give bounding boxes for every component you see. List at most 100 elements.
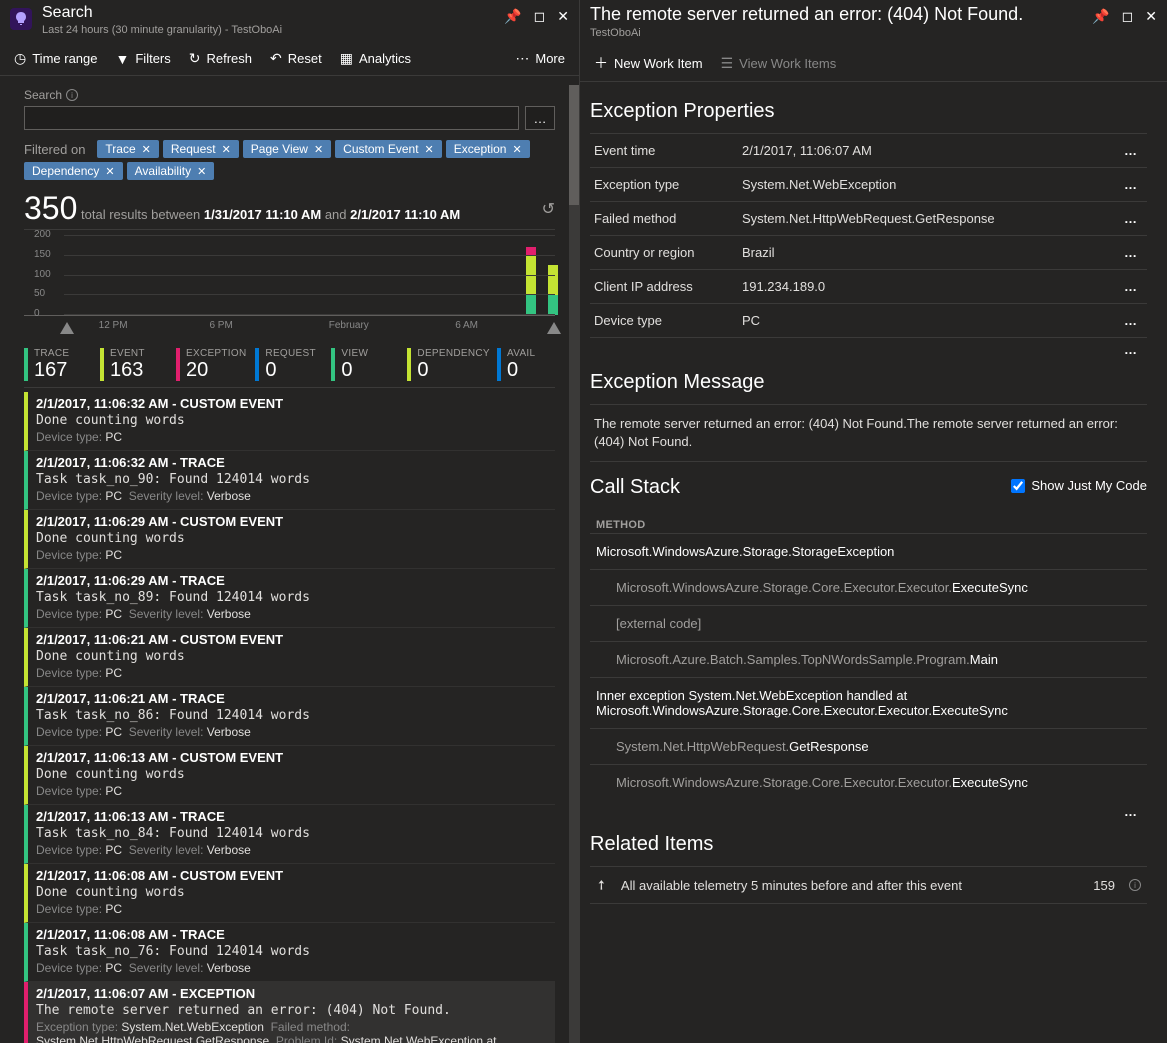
info-icon[interactable]: i: [66, 89, 78, 101]
exception-message: The remote server returned an error: (40…: [590, 404, 1147, 462]
event-row[interactable]: 2/1/2017, 11:06:21 AM - TRACETask task_n…: [24, 687, 555, 746]
more-button[interactable]: ⋯More: [515, 50, 565, 67]
properties-table: Event time2/1/2017, 11:06:07 AM…Exceptio…: [590, 133, 1147, 338]
show-just-my-code-checkbox[interactable]: Show Just My Code: [1011, 478, 1147, 493]
remove-tag-icon[interactable]: ✕: [425, 143, 434, 156]
event-row[interactable]: 2/1/2017, 11:06:07 AM - EXCEPTIONThe rem…: [24, 982, 555, 1043]
legend-item[interactable]: DEPENDENCY0: [407, 348, 479, 381]
info-icon[interactable]: i: [1129, 879, 1141, 891]
filter-tag[interactable]: Dependency ✕: [24, 162, 123, 180]
plus-icon: ＋: [594, 53, 608, 73]
analytics-button[interactable]: ▦Analytics: [340, 50, 411, 67]
chart-bar[interactable]: [526, 247, 536, 315]
scrollbar-thumb[interactable]: [569, 85, 579, 205]
filter-tag[interactable]: Exception ✕: [446, 140, 530, 158]
chart-bar[interactable]: [548, 265, 558, 315]
funnel-icon: ▼: [116, 51, 130, 67]
range-end-handle[interactable]: [547, 322, 561, 334]
property-row[interactable]: Failed methodSystem.Net.HttpWebRequest.G…: [590, 201, 1147, 235]
details-title: The remote server returned an error: (40…: [590, 4, 1082, 25]
remove-tag-icon[interactable]: ✕: [512, 143, 521, 156]
filter-tag[interactable]: Custom Event ✕: [335, 140, 442, 158]
show-just-my-code-input[interactable]: [1011, 479, 1025, 493]
property-more-button[interactable]: …: [1120, 177, 1143, 192]
stack-frame[interactable]: Inner exception System.Net.WebException …: [590, 677, 1147, 728]
property-more-button[interactable]: …: [1120, 279, 1143, 294]
legend-item[interactable]: REQUEST0: [255, 348, 313, 381]
filter-tag[interactable]: Trace ✕: [97, 140, 158, 158]
stack-frame[interactable]: Microsoft.WindowsAzure.Storage.Core.Exec…: [590, 569, 1147, 605]
history-icon[interactable]: ↺: [542, 199, 555, 219]
close-icon[interactable]: ✕: [1145, 8, 1157, 25]
legend: TRACE167 EVENT163 EXCEPTION20 REQUEST0 VIEW0…: [24, 348, 555, 388]
scrollbar[interactable]: [569, 85, 579, 1043]
app-insights-icon: [10, 8, 32, 30]
event-row[interactable]: 2/1/2017, 11:06:29 AM - CUSTOM EVENTDone…: [24, 510, 555, 569]
restore-icon[interactable]: ◻: [1122, 8, 1134, 25]
remove-tag-icon[interactable]: ✕: [314, 143, 323, 156]
remove-tag-icon[interactable]: ✕: [197, 165, 206, 178]
results-count: 350: [24, 190, 77, 226]
reset-button[interactable]: ↶Reset: [270, 50, 322, 67]
timeline-chart[interactable]: 050100150200 12 PM6 PMFebruary6 AM: [24, 236, 555, 340]
stack-frame[interactable]: Microsoft.WindowsAzure.Storage.Core.Exec…: [590, 764, 1147, 800]
search-toolbar: ◷Time range ▼Filters ↻Refresh ↶Reset ▦An…: [0, 42, 579, 76]
property-row[interactable]: Country or regionBrazil…: [590, 235, 1147, 269]
close-icon[interactable]: ✕: [557, 8, 569, 25]
legend-item[interactable]: TRACE167: [24, 348, 82, 381]
legend-item[interactable]: EXCEPTION20: [176, 348, 237, 381]
related-heading: Related Items: [590, 833, 1147, 856]
property-more-button[interactable]: …: [1120, 211, 1143, 226]
filter-tag[interactable]: Page View ✕: [243, 140, 331, 158]
remove-tag-icon[interactable]: ✕: [142, 143, 151, 156]
remove-tag-icon[interactable]: ✕: [105, 165, 114, 178]
related-item-count: 159: [1093, 878, 1115, 893]
event-row[interactable]: 2/1/2017, 11:06:29 AM - TRACETask task_n…: [24, 569, 555, 628]
event-row[interactable]: 2/1/2017, 11:06:08 AM - CUSTOM EVENTDone…: [24, 864, 555, 923]
property-row[interactable]: Event time2/1/2017, 11:06:07 AM…: [590, 133, 1147, 167]
property-row[interactable]: Device typePC…: [590, 303, 1147, 338]
filters-button[interactable]: ▼Filters: [116, 51, 171, 67]
link-icon: ➚: [592, 876, 611, 895]
pin-icon[interactable]: 📌: [1092, 8, 1109, 25]
pin-icon[interactable]: 📌: [504, 8, 521, 25]
remove-tag-icon[interactable]: ✕: [222, 143, 231, 156]
filter-tag[interactable]: Request ✕: [163, 140, 239, 158]
property-row[interactable]: Exception typeSystem.Net.WebException…: [590, 167, 1147, 201]
time-range-button[interactable]: ◷Time range: [14, 50, 98, 67]
more-stack-button[interactable]: …: [1120, 804, 1143, 819]
stack-frame[interactable]: Microsoft.WindowsAzure.Storage.StorageEx…: [590, 533, 1147, 569]
method-column-header: METHOD: [590, 509, 1147, 533]
property-more-button[interactable]: …: [1120, 143, 1143, 158]
refresh-button[interactable]: ↻Refresh: [189, 50, 252, 67]
more-properties-button[interactable]: …: [1120, 342, 1143, 357]
restore-icon[interactable]: ◻: [534, 8, 546, 25]
details-header: The remote server returned an error: (40…: [580, 0, 1167, 45]
search-input[interactable]: [24, 106, 519, 130]
search-header: Search Last 24 hours (30 minute granular…: [0, 0, 579, 42]
property-more-button[interactable]: …: [1120, 313, 1143, 328]
range-start-handle[interactable]: [60, 322, 74, 334]
search-title: Search: [42, 4, 494, 22]
message-heading: Exception Message: [590, 371, 1147, 394]
event-row[interactable]: 2/1/2017, 11:06:21 AM - CUSTOM EVENTDone…: [24, 628, 555, 687]
related-item-row[interactable]: ➚ All available telemetry 5 minutes befo…: [590, 866, 1147, 904]
property-row[interactable]: Client IP address191.234.189.0…: [590, 269, 1147, 303]
legend-item[interactable]: VIEW0: [331, 348, 389, 381]
stack-frame[interactable]: [external code]: [590, 605, 1147, 641]
legend-item[interactable]: EVENT163: [100, 348, 158, 381]
event-row[interactable]: 2/1/2017, 11:06:32 AM - CUSTOM EVENTDone…: [24, 392, 555, 451]
filter-tag[interactable]: Availability ✕: [127, 162, 215, 180]
stack-frame[interactable]: System.Net.HttpWebRequest.GetResponse: [590, 728, 1147, 764]
legend-item[interactable]: AVAIL0: [497, 348, 555, 381]
event-row[interactable]: 2/1/2017, 11:06:08 AM - TRACETask task_n…: [24, 923, 555, 982]
property-more-button[interactable]: …: [1120, 245, 1143, 260]
filtered-on-label: Filtered on: [24, 142, 85, 157]
event-row[interactable]: 2/1/2017, 11:06:32 AM - TRACETask task_n…: [24, 451, 555, 510]
stack-frame[interactable]: Microsoft.Azure.Batch.Samples.TopNWordsS…: [590, 641, 1147, 677]
search-more-button[interactable]: …: [525, 106, 555, 130]
view-work-items-button[interactable]: ☰View Work Items: [721, 55, 837, 72]
new-work-item-button[interactable]: ＋New Work Item: [594, 53, 703, 73]
event-row[interactable]: 2/1/2017, 11:06:13 AM - CUSTOM EVENTDone…: [24, 746, 555, 805]
event-row[interactable]: 2/1/2017, 11:06:13 AM - TRACETask task_n…: [24, 805, 555, 864]
